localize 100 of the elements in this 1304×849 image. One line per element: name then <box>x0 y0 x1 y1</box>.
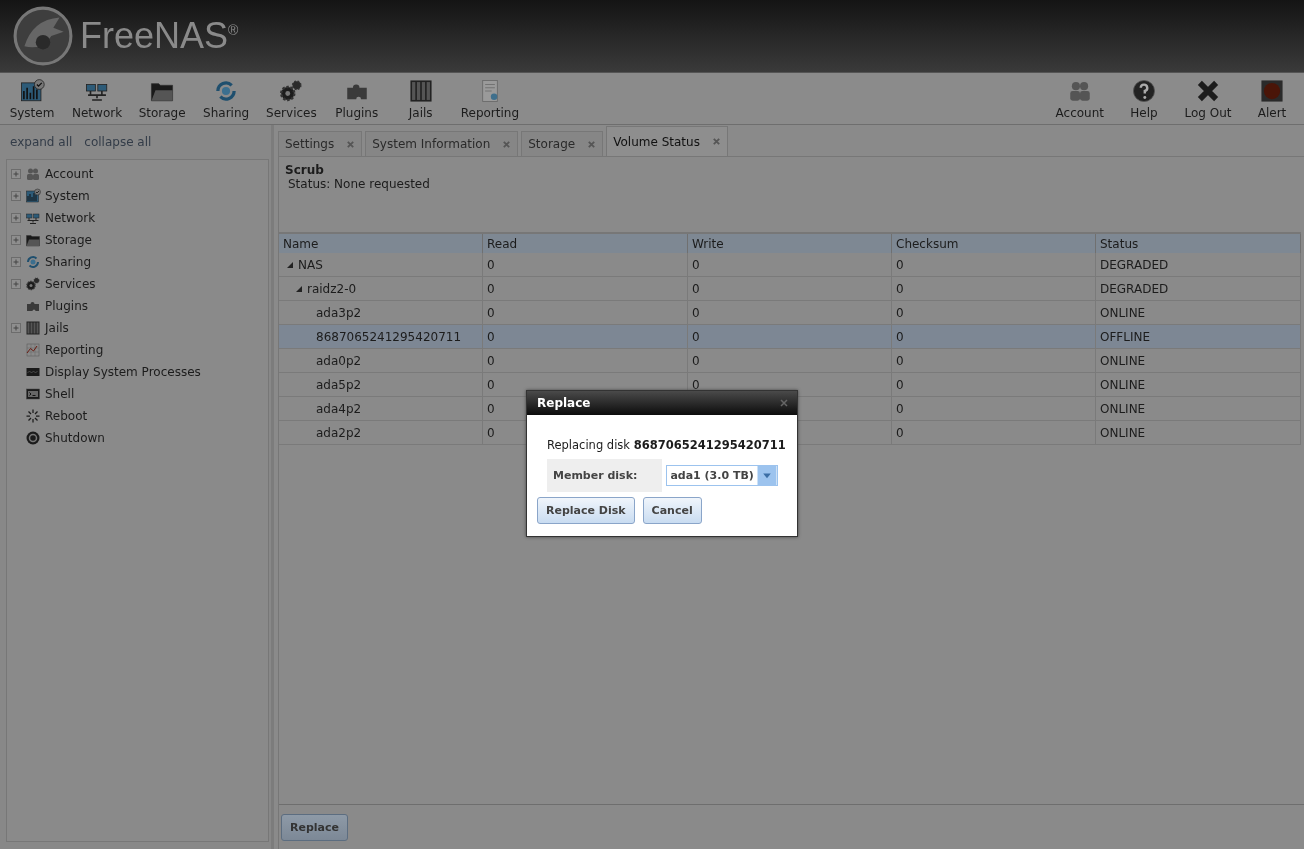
table-row[interactable]: ada0p2 0 0 0 ONLINE <box>279 349 1301 373</box>
tree-item[interactable]: Reporting <box>45 343 104 357</box>
table-cell: 0 <box>692 377 700 392</box>
table-cell: ada2p2 <box>316 425 362 440</box>
computers-icon <box>25 210 41 226</box>
toolbar-button[interactable]: Network <box>64 73 131 124</box>
table-cell: ONLINE <box>1100 305 1146 320</box>
dialog-message: Replacing disk 8687065241295420711 <box>546 437 787 453</box>
table-cell: 0 <box>487 281 495 296</box>
circular-arrows-icon <box>25 254 41 270</box>
table-cell: ONLINE <box>1100 401 1146 416</box>
logo-icon <box>12 5 74 67</box>
table-cell: 0 <box>896 257 904 272</box>
tree-item[interactable]: Shell <box>45 387 75 401</box>
dialog-title: Replace <box>537 396 591 410</box>
toolbar-button[interactable]: Services <box>258 73 325 124</box>
toolbar-button[interactable]: Account <box>1047 73 1112 124</box>
x-mark-icon <box>1195 78 1221 104</box>
expanded-triangle-icon[interactable] <box>296 285 302 292</box>
tree-item[interactable]: Account <box>45 167 94 181</box>
expand-icon[interactable] <box>11 235 21 245</box>
expand-icon[interactable] <box>11 169 21 179</box>
tree-item[interactable]: Services <box>45 277 96 291</box>
expand-icon[interactable] <box>11 279 21 289</box>
table-cell: 0 <box>896 425 904 440</box>
toolbar-button[interactable]: Jails <box>388 73 453 124</box>
power-icon <box>25 430 41 446</box>
replace-button[interactable]: Replace <box>281 813 348 841</box>
table-cell: 0 <box>487 257 495 272</box>
table-row[interactable]: NAS 0 0 0 DEGRADED <box>279 253 1301 277</box>
bar-chart-icon <box>25 188 41 204</box>
tree-item[interactable]: Jails <box>45 321 69 335</box>
close-icon[interactable] <box>502 139 512 149</box>
toolbar-button[interactable]: Alert <box>1240 73 1304 124</box>
table-cell: 0 <box>692 281 700 296</box>
toolbar-button[interactable]: Plugins <box>324 73 389 124</box>
expand-icon[interactable] <box>11 257 21 267</box>
tab[interactable]: Settings <box>278 131 363 156</box>
table-cell: ada4p2 <box>316 401 362 416</box>
logo-text: FreeNAS$^{®}$ <box>80 15 239 57</box>
table-cell: 0 <box>487 377 495 392</box>
tree-item[interactable]: Display System Processes <box>45 365 201 379</box>
expand-icon[interactable] <box>11 191 21 201</box>
toolbar-button[interactable]: System <box>0 73 64 124</box>
tree-link[interactable]: collapse all <box>84 135 152 149</box>
table-row[interactable]: raidz2-0 0 0 0 DEGRADED <box>279 277 1301 301</box>
table-row[interactable]: 8687065241295420711 0 0 0 OFFLINE <box>279 325 1301 349</box>
table-cell: raidz2-0 <box>307 281 357 296</box>
tab[interactable]: Volume Status <box>606 126 728 156</box>
tab[interactable]: Storage <box>521 131 604 156</box>
field-label: Member disk: <box>547 459 663 492</box>
spinner-icon <box>25 408 41 424</box>
table-cell: 0 <box>896 377 904 392</box>
tree-item[interactable]: Shutdown <box>45 431 105 445</box>
toolbar-button[interactable]: Help <box>1112 73 1176 124</box>
close-icon[interactable] <box>779 398 789 408</box>
toolbar-button[interactable]: Storage <box>130 73 195 124</box>
table-cell: 0 <box>896 329 904 344</box>
toolbar-button[interactable]: Log Out <box>1176 73 1240 124</box>
table-cell: ONLINE <box>1100 425 1146 440</box>
terminal-icon <box>25 386 41 402</box>
table-cell: 0 <box>487 353 495 368</box>
table-cell: DEGRADED <box>1100 281 1169 296</box>
toolbar-button[interactable]: Reporting <box>452 73 528 124</box>
close-icon[interactable] <box>587 139 597 149</box>
tree-item[interactable]: Plugins <box>45 299 88 313</box>
dialog-button[interactable]: Cancel <box>642 497 702 524</box>
section-title: Scrub <box>285 163 325 177</box>
close-icon[interactable] <box>711 137 721 146</box>
alert-lamp-icon <box>1259 78 1285 104</box>
tree-item[interactable]: Network <box>45 211 96 225</box>
table-row[interactable]: ada3p2 0 0 0 ONLINE <box>279 301 1301 325</box>
table-cell: 0 <box>487 401 495 416</box>
table-row[interactable]: ada5p2 0 0 0 ONLINE <box>279 373 1301 397</box>
tree-item[interactable]: Storage <box>45 233 92 247</box>
dialog-button[interactable]: Replace Disk <box>537 497 635 524</box>
table-cell: DEGRADED <box>1100 257 1169 272</box>
table-cell: NAS <box>298 257 323 272</box>
table-cell: 0 <box>487 305 495 320</box>
gears-icon <box>25 276 41 292</box>
table-cell: 0 <box>692 305 700 320</box>
table-cell: ada3p2 <box>316 305 362 320</box>
help-icon <box>1131 78 1157 104</box>
status-text: Status: None requested <box>287 177 431 191</box>
tree-item[interactable]: Sharing <box>45 255 92 269</box>
expanded-triangle-icon[interactable] <box>287 261 293 268</box>
table-cell: ada0p2 <box>316 353 362 368</box>
gears-icon <box>278 78 305 104</box>
table-cell: 0 <box>896 353 904 368</box>
expand-icon[interactable] <box>11 323 21 333</box>
toolbar-button[interactable]: Sharing <box>194 73 259 124</box>
tree-link[interactable]: expand all <box>10 135 73 149</box>
table-cell: 0 <box>896 401 904 416</box>
member-disk-select[interactable]: ada1 (3.0 TB) <box>666 465 778 486</box>
expand-icon[interactable] <box>11 213 21 223</box>
tree-item[interactable]: System <box>45 189 90 203</box>
close-icon[interactable] <box>346 139 356 149</box>
tab[interactable]: System Information <box>365 131 519 156</box>
tree-item[interactable]: Reboot <box>45 409 88 423</box>
table-cell: 0 <box>487 329 495 344</box>
